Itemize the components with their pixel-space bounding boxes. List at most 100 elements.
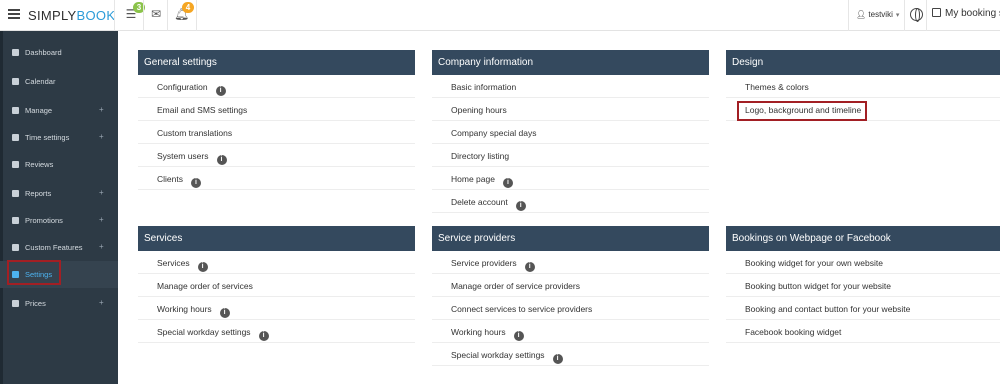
row-label: Manage order of service providers xyxy=(451,281,580,291)
row-label: Manage order of services xyxy=(157,281,253,291)
link-manage-order-of-service-providers[interactable]: Manage order of service providers xyxy=(432,274,709,297)
divider xyxy=(926,0,927,31)
link-delete-account[interactable]: Delete account i xyxy=(432,190,709,213)
divider xyxy=(904,0,905,31)
link-booking-widget[interactable]: Booking widget for your own website xyxy=(726,251,1000,274)
username: testviki xyxy=(868,10,893,19)
link-special-workday-settings[interactable]: Special workday settings i xyxy=(138,320,415,343)
row-label: Email and SMS settings xyxy=(157,105,248,115)
globe-icon[interactable] xyxy=(910,8,923,22)
mail-icon[interactable]: ✉ xyxy=(149,8,163,20)
info-icon[interactable]: i xyxy=(552,354,563,364)
sidebar-item-label: Reports xyxy=(25,189,52,198)
row-label: Themes & colors xyxy=(745,82,809,92)
info-icon[interactable]: i xyxy=(215,86,226,96)
divider xyxy=(143,0,144,31)
calendar-icon xyxy=(12,78,19,85)
info-icon[interactable]: i xyxy=(258,331,269,341)
top-bar: SIMPLYBOOK ☰ 3 ✉ 🔔︎ 4 👤︎ testviki ▾ My bo… xyxy=(0,0,1000,31)
link-service-providers[interactable]: Service providers i xyxy=(432,251,709,274)
info-icon[interactable]: i xyxy=(515,201,526,211)
panel-company-information: Company information Basic information Op… xyxy=(432,50,709,213)
row-label: Special workday settings xyxy=(157,327,251,337)
link-directory-listing[interactable]: Directory listing xyxy=(432,144,709,167)
expand-icon[interactable]: + xyxy=(99,188,104,197)
comments-icon xyxy=(12,161,19,168)
link-manage-order-of-services[interactable]: Manage order of services xyxy=(138,274,415,297)
notifications-badge: 4 xyxy=(182,2,194,13)
divider xyxy=(167,0,168,31)
row-label: Booking button widget for your website xyxy=(745,281,892,291)
link-company-special-days[interactable]: Company special days xyxy=(432,121,709,144)
link-home-page[interactable]: Home page i xyxy=(432,167,709,190)
link-connect-services-to-providers[interactable]: Connect services to service providers xyxy=(432,297,709,320)
info-icon[interactable]: i xyxy=(197,262,208,272)
divider xyxy=(196,0,197,31)
link-services[interactable]: Services i xyxy=(138,251,415,274)
row-label: Special workday settings xyxy=(451,350,545,360)
money-icon xyxy=(12,300,19,307)
info-icon[interactable]: i xyxy=(524,262,535,272)
link-facebook-booking-widget[interactable]: Facebook booking widget xyxy=(726,320,1000,343)
link-opening-hours[interactable]: Opening hours xyxy=(432,98,709,121)
sidebar-item-reports[interactable]: Reports + xyxy=(0,180,118,207)
link-logo-background-timeline[interactable]: Logo, background and timeline xyxy=(726,98,1000,121)
link-email-sms-settings[interactable]: Email and SMS settings xyxy=(138,98,415,121)
menu-icon[interactable] xyxy=(8,9,20,19)
sidebar-item-custom-features[interactable]: Custom Features + xyxy=(0,234,118,261)
sidebar-item-reviews[interactable]: Reviews xyxy=(0,151,118,178)
expand-icon[interactable]: + xyxy=(99,132,104,141)
link-custom-translations[interactable]: Custom translations xyxy=(138,121,415,144)
booking-site-link[interactable]: My booking s xyxy=(932,8,1000,19)
sidebar-item-label: Reviews xyxy=(25,160,54,169)
expand-icon[interactable]: + xyxy=(99,298,104,307)
brand-part2: BOOK xyxy=(76,8,116,23)
link-clients[interactable]: Clients i xyxy=(138,167,415,190)
user-menu[interactable]: 👤︎ testviki ▾ xyxy=(856,10,899,19)
link-system-users[interactable]: System users i xyxy=(138,144,415,167)
info-icon[interactable]: i xyxy=(216,155,227,165)
link-basic-information[interactable]: Basic information xyxy=(432,75,709,98)
link-configuration[interactable]: Configuration i xyxy=(138,75,415,98)
link-provider-special-workday-settings[interactable]: Special workday settings i xyxy=(432,343,709,366)
panel-booking-widgets: Bookings on Webpage or Facebook Booking … xyxy=(726,226,1000,343)
row-label: Clients xyxy=(157,174,183,184)
link-themes-colors[interactable]: Themes & colors xyxy=(726,75,1000,98)
link-booking-contact-button[interactable]: Booking and contact button for your webs… xyxy=(726,297,1000,320)
settings-highlight xyxy=(7,260,61,285)
row-label: System users xyxy=(157,151,209,161)
sidebar-item-manage[interactable]: Manage + xyxy=(0,97,118,124)
panel-service-providers: Service providers Service providers i Man… xyxy=(432,226,709,366)
dashboard-icon xyxy=(12,49,19,56)
sidebar-item-dashboard[interactable]: Dashboard xyxy=(0,39,118,66)
panel-general-settings: General settings Configuration i Email an… xyxy=(138,50,415,190)
row-label: Working hours xyxy=(451,327,506,337)
sidebar-item-promotions[interactable]: Promotions + xyxy=(0,207,118,234)
sidebar-item-label: Promotions xyxy=(25,216,63,225)
expand-icon[interactable]: + xyxy=(99,242,104,251)
sidebar-item-calendar[interactable]: Calendar xyxy=(0,68,118,95)
sidebar-item-prices[interactable]: Prices + xyxy=(0,290,118,317)
sidebar-item-label: Prices xyxy=(25,299,46,308)
panel-title: Services xyxy=(138,226,415,251)
brand-logo[interactable]: SIMPLYBOOK xyxy=(28,8,115,23)
info-icon[interactable]: i xyxy=(513,331,524,341)
sidebar-item-label: Dashboard xyxy=(25,48,62,57)
link-provider-working-hours[interactable]: Working hours i xyxy=(432,320,709,343)
clock-icon xyxy=(12,134,19,141)
sidebar-item-label: Manage xyxy=(25,106,53,115)
expand-icon[interactable]: + xyxy=(99,105,104,114)
info-icon[interactable]: i xyxy=(502,178,513,188)
expand-icon[interactable]: + xyxy=(99,215,104,224)
row-label: Working hours xyxy=(157,304,212,314)
divider xyxy=(114,0,115,31)
panel-title: Company information xyxy=(432,50,709,75)
panel-design: Design Themes & colors Logo, background … xyxy=(726,50,1000,121)
link-booking-button-widget[interactable]: Booking button widget for your website xyxy=(726,274,1000,297)
info-icon[interactable]: i xyxy=(190,178,201,188)
plug-icon xyxy=(12,244,19,251)
link-working-hours[interactable]: Working hours i xyxy=(138,297,415,320)
row-label: Connect services to service providers xyxy=(451,304,593,314)
info-icon[interactable]: i xyxy=(219,308,230,318)
sidebar-item-time-settings[interactable]: Time settings + xyxy=(0,124,118,151)
